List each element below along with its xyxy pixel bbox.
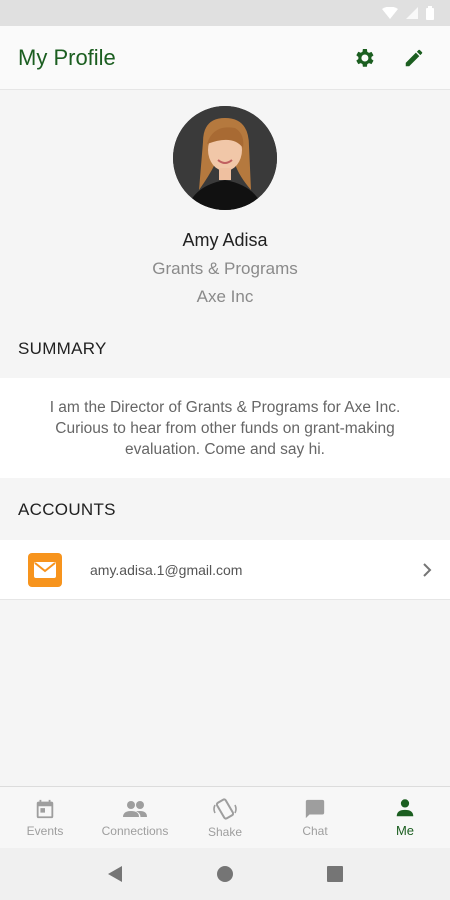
accounts-heading: ACCOUNTS: [18, 500, 116, 519]
bottom-navigation: Events Connections Shake Chat Me: [0, 786, 450, 848]
profile-photo-icon: [173, 106, 277, 210]
pencil-icon: [405, 49, 423, 66]
nav-item-connections[interactable]: Connections: [90, 787, 180, 848]
profile-company: Axe Inc: [196, 287, 254, 306]
gear-icon: [356, 48, 374, 67]
settings-button[interactable]: [346, 40, 382, 76]
calendar-icon: [36, 799, 54, 818]
nav-item-chat[interactable]: Chat: [270, 787, 360, 848]
app-bar: My Profile: [0, 26, 450, 90]
nav-label: Chat: [302, 823, 328, 838]
home-circle-icon: [217, 866, 233, 882]
system-navigation-bar: [0, 848, 450, 900]
nav-label: Connections: [101, 823, 169, 838]
summary-text: I am the Director of Grants & Programs f…: [49, 398, 401, 458]
wifi-icon: [382, 7, 398, 19]
people-icon: [123, 800, 147, 817]
account-email: amy.adisa.1@gmail.com: [90, 561, 243, 578]
chat-icon: [305, 799, 325, 818]
nav-label: Shake: [207, 824, 243, 839]
avatar[interactable]: [173, 106, 277, 210]
mail-icon: [28, 552, 62, 587]
back-triangle-icon: [108, 866, 122, 882]
nav-item-shake[interactable]: Shake: [180, 787, 270, 848]
chevron-right-icon: [423, 562, 432, 577]
status-bar: [0, 0, 450, 26]
summary-heading: SUMMARY: [18, 339, 107, 358]
battery-icon: [426, 6, 434, 20]
nav-label: Events: [26, 823, 64, 838]
summary-card: I am the Director of Grants & Programs f…: [0, 378, 450, 478]
edit-button[interactable]: [396, 40, 432, 76]
person-icon: [396, 799, 414, 817]
profile-job-title: Grants & Programs: [152, 259, 298, 278]
screen: My Profile Amy Adisa Grants & Programs A…: [0, 0, 450, 900]
account-row-email[interactable]: amy.adisa.1@gmail.com: [0, 540, 450, 600]
profile-name: Amy Adisa: [182, 230, 268, 250]
page-title: My Profile: [18, 44, 116, 70]
nav-label: Me: [395, 823, 415, 838]
recents-button[interactable]: [315, 854, 355, 894]
shake-phone-icon: [213, 797, 237, 820]
nav-item-me[interactable]: Me: [360, 787, 450, 848]
back-button[interactable]: [95, 854, 135, 894]
nav-item-events[interactable]: Events: [0, 787, 90, 848]
recents-square-icon: [327, 866, 343, 882]
home-button[interactable]: [205, 854, 245, 894]
cell-signal-icon: [406, 7, 418, 19]
profile-header: Amy Adisa Grants & Programs Axe Inc: [0, 90, 450, 320]
